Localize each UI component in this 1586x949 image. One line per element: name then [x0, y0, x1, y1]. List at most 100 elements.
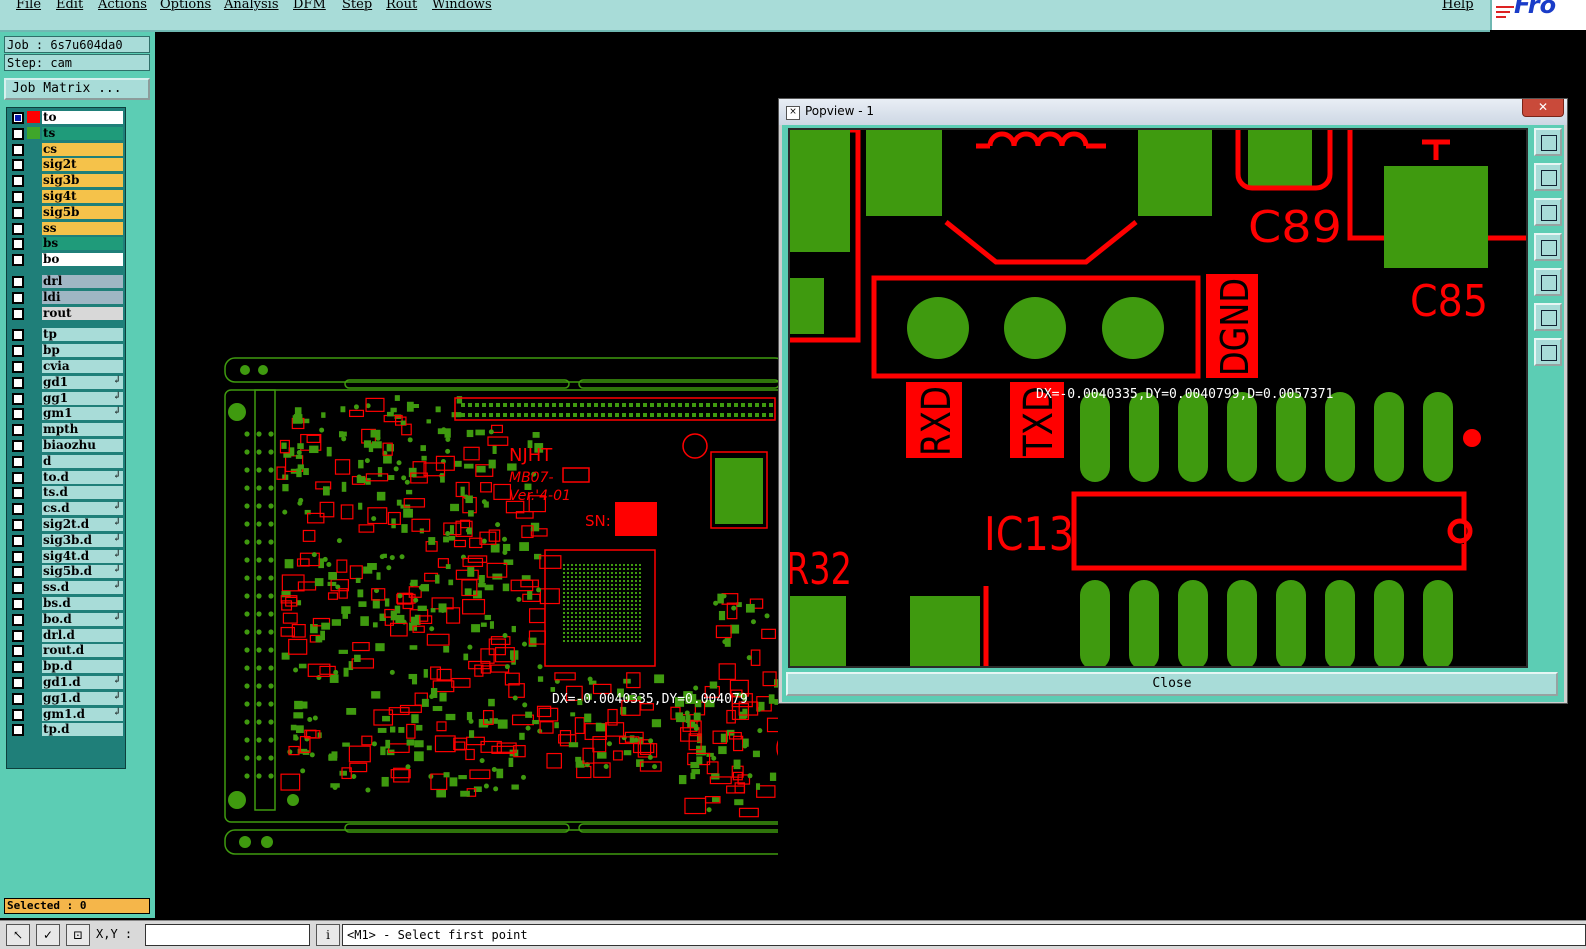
menu-help[interactable]: Help	[1442, 0, 1474, 12]
menu-actions[interactable]: Actions	[98, 0, 147, 12]
check-tool-icon[interactable]: ✓	[36, 924, 60, 946]
layer-name[interactable]: sig5b.d	[42, 565, 123, 579]
layer-row-gg1-d[interactable]: gg1.d ↲	[8, 691, 125, 705]
layer-checkbox[interactable]	[12, 724, 24, 737]
layer-row-gm1[interactable]: gm1 ↲	[8, 406, 125, 421]
layer-name[interactable]: mpth	[42, 423, 123, 437]
info-tool-icon[interactable]: i	[316, 924, 340, 946]
layer-row-bp-d[interactable]: bp.d	[8, 659, 125, 674]
menu-windows[interactable]: Windows	[432, 0, 492, 12]
layer-checkbox[interactable]	[12, 582, 24, 595]
layer-name[interactable]: ts.d	[42, 486, 123, 500]
layer-name[interactable]: sig4t.d	[42, 549, 123, 563]
layer-row-d[interactable]: d	[8, 454, 125, 468]
layer-name[interactable]: rout.d	[42, 644, 123, 658]
layer-checkbox[interactable]	[12, 143, 24, 156]
layer-checkbox[interactable]	[12, 598, 24, 610]
layer-checkbox[interactable]	[12, 175, 24, 188]
layer-row-sig4t[interactable]: sig4t	[8, 189, 125, 203]
layer-row-ts-d[interactable]: ts.d	[8, 485, 125, 500]
layer-checkbox[interactable]	[12, 534, 24, 547]
menu-rout[interactable]: Rout	[386, 0, 417, 12]
layer-row-gd1[interactable]: gd1 ↲	[8, 375, 125, 389]
layer-name[interactable]: ts	[42, 126, 123, 140]
layer-row-to-d[interactable]: to.d ↲	[8, 470, 125, 484]
layer-row-sig5b[interactable]: sig5b	[8, 205, 125, 219]
layer-checkbox[interactable]	[12, 159, 24, 172]
layer-name[interactable]: gg1	[42, 391, 123, 405]
layer-checkbox[interactable]	[12, 661, 24, 674]
layer-row-sig3b[interactable]: sig3b	[8, 173, 125, 188]
popview-tool-pan-right-icon[interactable]	[1534, 268, 1562, 296]
layer-name[interactable]: drl	[42, 275, 123, 288]
layer-checkbox[interactable]	[12, 361, 24, 373]
menu-analysis[interactable]: Analysis	[224, 0, 279, 12]
popview-canvas[interactable]: C89 C85 DGND RXD TXD IC13 R32 DX=-0.0040…	[788, 128, 1528, 668]
layer-name[interactable]: sig2t	[42, 158, 123, 172]
layer-checkbox[interactable]	[12, 471, 24, 484]
layer-name[interactable]: bp.d	[42, 660, 123, 674]
board-canvas[interactable]: NJHT MB07- Ver.'4-01 SN:	[155, 32, 778, 918]
layer-checkbox[interactable]	[12, 629, 24, 642]
layer-checkbox[interactable]	[12, 206, 24, 219]
xy-input[interactable]	[145, 924, 310, 946]
menu-step[interactable]: Step	[342, 0, 372, 12]
layer-name[interactable]: to	[42, 111, 123, 124]
layer-name[interactable]: to.d	[42, 470, 123, 484]
layer-name[interactable]: ss	[42, 221, 123, 235]
popview-tool-pan-up-icon[interactable]	[1534, 163, 1562, 191]
layer-checkbox[interactable]	[12, 677, 24, 689]
layer-name[interactable]: sig3b.d	[42, 533, 123, 547]
popview-tool-zoom-icon[interactable]	[1534, 128, 1562, 156]
layer-row-cs[interactable]: cs	[8, 142, 125, 156]
popview-tool-zoom-out-icon[interactable]	[1534, 338, 1562, 366]
layer-row-sig3b-d[interactable]: sig3b.d ↲	[8, 533, 125, 547]
layer-name[interactable]: biaozhu	[42, 439, 123, 452]
layer-row-bs-d[interactable]: bs.d	[8, 596, 125, 610]
layer-checkbox[interactable]	[12, 519, 24, 531]
layer-row-to[interactable]: to	[8, 110, 125, 124]
layer-row-ts[interactable]: ts	[8, 126, 125, 140]
layer-name[interactable]: sig5b	[42, 205, 123, 219]
layer-name[interactable]: gm1	[42, 407, 123, 421]
layer-row-ss[interactable]: ss	[8, 221, 125, 235]
job-matrix-button[interactable]: Job Matrix ...	[4, 78, 150, 100]
layer-name[interactable]: bo	[42, 253, 123, 267]
layer-name[interactable]: cvia	[42, 360, 123, 373]
layer-row-ldi[interactable]: ldi	[8, 290, 125, 304]
layer-checkbox[interactable]	[12, 112, 24, 124]
popview-tool-zoom-in-icon[interactable]	[1534, 303, 1562, 331]
layer-name[interactable]: ldi	[42, 290, 123, 304]
layer-checkbox[interactable]	[12, 392, 24, 405]
layer-row-bs[interactable]: bs	[8, 236, 125, 251]
layer-row-tp[interactable]: tp	[8, 327, 125, 342]
layer-row-bp[interactable]: bp	[8, 343, 125, 358]
layer-name[interactable]: rout	[42, 306, 123, 320]
layer-name[interactable]: tp	[42, 328, 123, 342]
popview-tool-pan-down-icon[interactable]	[1534, 198, 1562, 226]
layer-row-mpth[interactable]: mpth	[8, 422, 125, 437]
menu-dfm[interactable]: DFM	[293, 0, 326, 12]
layer-checkbox[interactable]	[12, 613, 24, 626]
layer-name[interactable]: cs	[42, 142, 123, 156]
layer-row-bo-d[interactable]: bo.d ↲	[8, 612, 125, 626]
layer-checkbox[interactable]	[12, 238, 24, 251]
layer-name[interactable]: sig2t.d	[42, 518, 123, 531]
popview-titlebar[interactable]: × Popview - 1	[779, 99, 1567, 125]
layer-checkbox[interactable]	[12, 222, 24, 235]
layer-row-cs-d[interactable]: cs.d ↲	[8, 501, 125, 516]
layer-name[interactable]: tp.d	[42, 723, 123, 737]
layer-row-drl[interactable]: drl	[8, 274, 125, 288]
layer-name[interactable]: bp	[42, 344, 123, 358]
layer-checkbox[interactable]	[12, 503, 24, 516]
snap-tool-icon[interactable]: ⊡	[66, 924, 90, 946]
layer-row-gd1-d[interactable]: gd1.d ↲	[8, 675, 125, 689]
layer-checkbox[interactable]	[12, 424, 24, 437]
layer-checkbox[interactable]	[12, 408, 24, 421]
layer-checkbox[interactable]	[12, 376, 24, 389]
layer-row-bo[interactable]: bo	[8, 252, 125, 267]
layer-row-drl-d[interactable]: drl.d	[8, 628, 125, 642]
layer-checkbox[interactable]	[12, 566, 24, 579]
layer-name[interactable]: gm1.d	[42, 707, 123, 721]
menu-options[interactable]: Options	[160, 0, 211, 12]
